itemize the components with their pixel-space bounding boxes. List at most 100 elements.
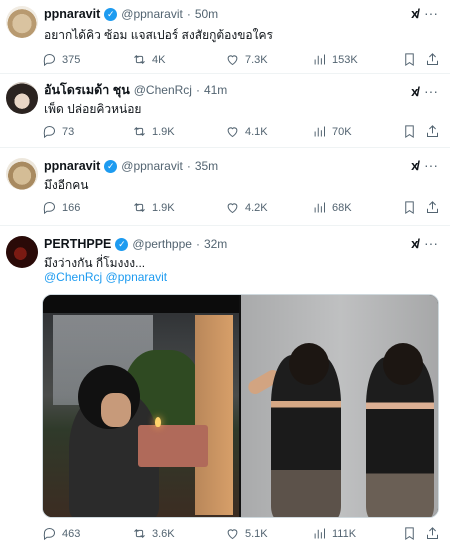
retweet-count: 1.9K bbox=[152, 125, 175, 138]
share-button[interactable] bbox=[425, 526, 440, 541]
user-handle[interactable]: @ChenRcj bbox=[134, 83, 192, 97]
retweet-button[interactable]: 4K bbox=[132, 52, 165, 67]
tweet-actions: 375 4K 7.3K 153K bbox=[40, 52, 440, 70]
views-count: 70K bbox=[332, 125, 352, 138]
tweet-text: อยากได้คิว ซ้อม แจสเปอร์ สงสัยกูต้องขอใค… bbox=[44, 28, 273, 42]
views-count: 68K bbox=[332, 201, 352, 214]
verified-badge-icon: ✓ bbox=[115, 237, 129, 251]
heart-icon bbox=[227, 203, 238, 214]
more-options-icon[interactable]: ··· bbox=[424, 5, 438, 21]
tweet-2[interactable]: อันโดรเมด้า ชุน @ChenRcj · 41m x/ ··· เพ… bbox=[0, 74, 450, 148]
mention-links[interactable]: @ChenRcj @ppnaravit bbox=[44, 270, 167, 284]
photo-birthday-cake[interactable] bbox=[43, 295, 239, 517]
retweet-icon bbox=[134, 203, 145, 212]
user-handle[interactable]: @ppnaravit bbox=[121, 159, 183, 173]
views-button[interactable]: 111K bbox=[312, 526, 356, 541]
photo-two-people[interactable] bbox=[241, 295, 438, 517]
display-name[interactable]: PERTHPPE bbox=[44, 237, 111, 251]
avatar[interactable] bbox=[6, 82, 38, 114]
bookmark-button[interactable] bbox=[402, 124, 417, 139]
retweet-icon bbox=[134, 127, 145, 136]
avatar[interactable] bbox=[6, 158, 38, 190]
share-icon bbox=[427, 53, 438, 65]
embedded-screenshot-caption bbox=[43, 295, 239, 313]
like-count: 7.3K bbox=[245, 53, 268, 66]
reply-button[interactable]: 73 bbox=[42, 124, 74, 139]
retweet-button[interactable]: 1.9K bbox=[132, 200, 175, 215]
grok-icon[interactable]: x/ bbox=[411, 84, 420, 99]
display-name[interactable]: ppnaravit bbox=[44, 159, 100, 173]
reply-button[interactable]: 375 bbox=[42, 52, 80, 67]
more-options-icon[interactable]: ··· bbox=[424, 83, 438, 99]
views-icon bbox=[314, 528, 325, 539]
tweet-actions: 463 3.6K 5.1K 111K bbox=[40, 526, 440, 544]
like-button[interactable]: 7.3K bbox=[225, 52, 268, 67]
retweet-count: 3.6K bbox=[152, 527, 175, 540]
retweet-icon bbox=[134, 55, 145, 64]
reply-count: 166 bbox=[62, 201, 81, 214]
avatar[interactable] bbox=[6, 236, 38, 268]
like-button[interactable]: 4.2K bbox=[225, 200, 268, 215]
tweet-1[interactable]: ppnaravit ✓ @ppnaravit · 50m x/ ··· อยาก… bbox=[0, 0, 450, 74]
tweet-actions: 166 1.9K 4.2K 68K bbox=[40, 200, 440, 218]
bookmark-icon bbox=[405, 53, 414, 67]
grok-icon[interactable]: x/ bbox=[411, 6, 420, 21]
timestamp[interactable]: 35m bbox=[195, 159, 218, 173]
reply-button[interactable]: 463 bbox=[42, 526, 80, 541]
heart-icon bbox=[227, 55, 238, 66]
tweet-actions: 73 1.9K 4.1K 70K bbox=[40, 124, 440, 142]
share-button[interactable] bbox=[425, 52, 440, 67]
bookmark-button[interactable] bbox=[402, 52, 417, 67]
tweet-3[interactable]: ppnaravit ✓ @ppnaravit · 35m x/ ··· มึงอ… bbox=[0, 148, 450, 226]
reply-icon bbox=[43, 53, 56, 67]
like-button[interactable]: 4.1K bbox=[225, 124, 268, 139]
views-button[interactable]: 70K bbox=[312, 124, 352, 139]
photo-person-left-hair bbox=[289, 343, 329, 385]
display-name[interactable]: อันโดรเมด้า ชุน bbox=[44, 80, 130, 100]
like-count: 4.1K bbox=[245, 125, 268, 138]
grok-icon[interactable]: x/ bbox=[411, 158, 420, 173]
bookmark-button[interactable] bbox=[402, 526, 417, 541]
reply-icon bbox=[43, 527, 56, 541]
user-handle[interactable]: @ppnaravit bbox=[121, 7, 183, 21]
views-icon bbox=[314, 54, 325, 65]
timestamp[interactable]: 32m bbox=[204, 237, 227, 251]
photo-person-face bbox=[101, 393, 131, 427]
separator-dot: · bbox=[195, 83, 200, 97]
tweet-text: มึงอีกคน bbox=[44, 178, 89, 192]
views-button[interactable]: 153K bbox=[312, 52, 358, 67]
retweet-button[interactable]: 1.9K bbox=[132, 124, 175, 139]
timestamp[interactable]: 50m bbox=[195, 7, 218, 21]
grok-icon[interactable]: x/ bbox=[411, 236, 420, 251]
reply-count: 375 bbox=[62, 53, 81, 66]
user-handle[interactable]: @perthppe bbox=[132, 237, 192, 251]
views-icon bbox=[314, 126, 325, 137]
retweet-count: 4K bbox=[152, 53, 166, 66]
like-button[interactable]: 5.1K bbox=[225, 526, 268, 541]
media-attachment[interactable] bbox=[42, 294, 439, 518]
display-name[interactable]: ppnaravit bbox=[44, 7, 100, 21]
retweet-count: 1.9K bbox=[152, 201, 175, 214]
more-options-icon[interactable]: ··· bbox=[424, 235, 438, 251]
retweet-button[interactable]: 3.6K bbox=[132, 526, 175, 541]
heart-icon bbox=[227, 529, 238, 540]
more-options-icon[interactable]: ··· bbox=[424, 157, 438, 173]
views-button[interactable]: 68K bbox=[312, 200, 352, 215]
share-button[interactable] bbox=[425, 124, 440, 139]
views-count: 153K bbox=[332, 53, 358, 66]
retweet-icon bbox=[134, 529, 145, 538]
photo-candle-flame bbox=[155, 417, 161, 427]
share-button[interactable] bbox=[425, 200, 440, 215]
bookmark-button[interactable] bbox=[402, 200, 417, 215]
reply-icon bbox=[43, 201, 56, 215]
reply-count: 73 bbox=[62, 125, 75, 138]
views-count: 111K bbox=[332, 527, 357, 540]
photo-cake bbox=[138, 425, 208, 467]
bookmark-icon bbox=[405, 201, 414, 215]
views-icon bbox=[314, 202, 325, 213]
timestamp[interactable]: 41m bbox=[204, 83, 227, 97]
share-icon bbox=[427, 125, 438, 137]
avatar[interactable] bbox=[6, 6, 38, 38]
reply-button[interactable]: 166 bbox=[42, 200, 80, 215]
bookmark-icon bbox=[405, 527, 414, 541]
